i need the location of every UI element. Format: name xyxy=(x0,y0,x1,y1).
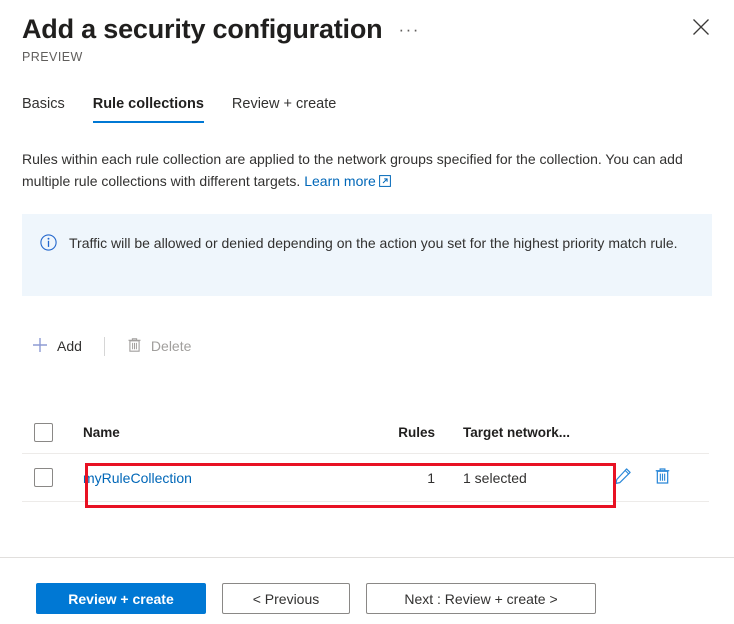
previous-button[interactable]: < Previous xyxy=(222,583,350,614)
tab-rule-collections[interactable]: Rule collections xyxy=(79,96,218,123)
row-rules-cell: 1 xyxy=(427,469,435,486)
tab-basics[interactable]: Basics xyxy=(22,96,79,123)
close-icon[interactable] xyxy=(690,16,712,38)
trash-icon xyxy=(127,337,142,356)
info-circle-icon xyxy=(40,234,57,277)
column-header-rules[interactable]: Rules xyxy=(335,425,435,440)
row-target-cell: 1 selected xyxy=(463,469,527,486)
learn-more-label: Learn more xyxy=(304,173,376,189)
page-title: Add a security configuration xyxy=(22,14,383,44)
footer-actions: Review + create < Previous Next : Review… xyxy=(36,583,596,614)
column-header-target-network[interactable]: Target network... xyxy=(435,425,585,440)
column-header-name[interactable]: Name xyxy=(53,425,335,440)
review-create-button[interactable]: Review + create xyxy=(36,583,206,614)
info-banner-text: Traffic will be allowed or denied depend… xyxy=(69,235,678,251)
add-button[interactable]: Add xyxy=(22,331,92,362)
delete-button[interactable]: Delete xyxy=(117,331,201,362)
tab-review-create[interactable]: Review + create xyxy=(218,96,350,123)
learn-more-link[interactable]: Learn more xyxy=(304,173,391,189)
table-row[interactable]: myRuleCollection 1 1 selected xyxy=(22,454,709,502)
next-review-create-button[interactable]: Next : Review + create > xyxy=(366,583,596,614)
pencil-icon[interactable] xyxy=(614,467,632,488)
row-trash-icon[interactable] xyxy=(654,467,671,488)
row-checkbox[interactable] xyxy=(34,468,53,487)
row-actions xyxy=(585,467,709,488)
tab-list: Basics Rule collections Review + create xyxy=(22,96,350,123)
more-menu-icon[interactable]: ··· xyxy=(398,21,419,38)
blade-header: Add a security configuration ··· PREVIEW xyxy=(0,0,734,64)
rule-collections-table: Name Rules Target network... myRuleColle… xyxy=(22,412,709,502)
table-header-row: Name Rules Target network... xyxy=(22,412,709,454)
preview-badge: PREVIEW xyxy=(22,50,83,64)
rule-collection-link[interactable]: myRuleCollection xyxy=(83,470,192,486)
plus-icon xyxy=(32,337,48,356)
command-bar: Add Delete xyxy=(22,328,201,364)
delete-button-label: Delete xyxy=(150,338,192,354)
description-line-1: Rules within each rule collection are ap… xyxy=(22,151,602,167)
external-link-icon xyxy=(378,171,391,193)
add-security-configuration-blade: Add a security configuration ··· PREVIEW… xyxy=(0,0,734,624)
footer-divider xyxy=(0,557,734,558)
blade-description: Rules within each rule collection are ap… xyxy=(22,148,712,193)
title-row: Add a security configuration ··· xyxy=(22,12,712,46)
command-bar-divider xyxy=(103,336,105,356)
select-all-checkbox[interactable] xyxy=(34,423,53,442)
add-button-label: Add xyxy=(57,338,82,354)
row-name-cell: myRuleCollection xyxy=(53,470,335,486)
info-banner: Traffic will be allowed or denied depend… xyxy=(22,214,712,296)
